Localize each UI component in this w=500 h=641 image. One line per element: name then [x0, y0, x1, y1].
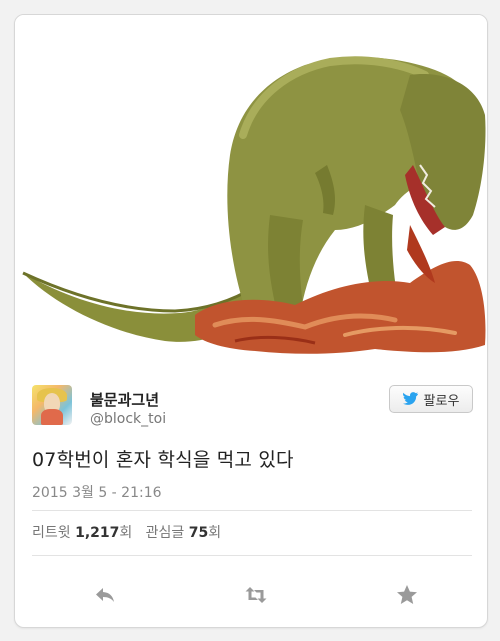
tweet-image[interactable]: [15, 15, 487, 367]
favorite-button[interactable]: [393, 581, 421, 609]
favorite-count: 75: [188, 525, 209, 541]
reply-button[interactable]: [91, 581, 119, 609]
reply-icon: [96, 588, 114, 602]
tweet-text: 07학번이 혼자 학식을 먹고 있다: [32, 449, 294, 471]
retweet-button[interactable]: [242, 581, 270, 609]
tweet-actions: [15, 571, 487, 621]
favorite-stat[interactable]: 관심글 75회: [146, 525, 221, 541]
retweet-count: 1,217: [75, 525, 120, 541]
star-icon: [397, 585, 417, 604]
tweet-header: 불문과그년 @block_toi 팔로우: [15, 371, 487, 435]
divider: [32, 510, 472, 511]
avatar[interactable]: [32, 385, 72, 425]
tweet-stats: 리트윗 1,217회 관심글 75회: [32, 522, 221, 542]
dinosaur-eating-meat-illustration: [22, 56, 486, 354]
author-handle[interactable]: @block_toi: [90, 411, 166, 427]
divider: [32, 555, 472, 556]
retweet-stat[interactable]: 리트윗 1,217회: [32, 525, 132, 541]
twitter-bird-icon: [402, 392, 418, 405]
follow-label: 팔로우: [423, 393, 460, 409]
follow-button[interactable]: 팔로우: [389, 385, 473, 413]
retweet-icon: [245, 587, 267, 603]
author-name[interactable]: 불문과그년: [90, 389, 159, 410]
tweet-timestamp[interactable]: 2015 3월 5 - 21:16: [32, 482, 162, 502]
tweet-card: 불문과그년 @block_toi 팔로우 07학번이 혼자 학식을 먹고 있다 …: [14, 14, 488, 628]
